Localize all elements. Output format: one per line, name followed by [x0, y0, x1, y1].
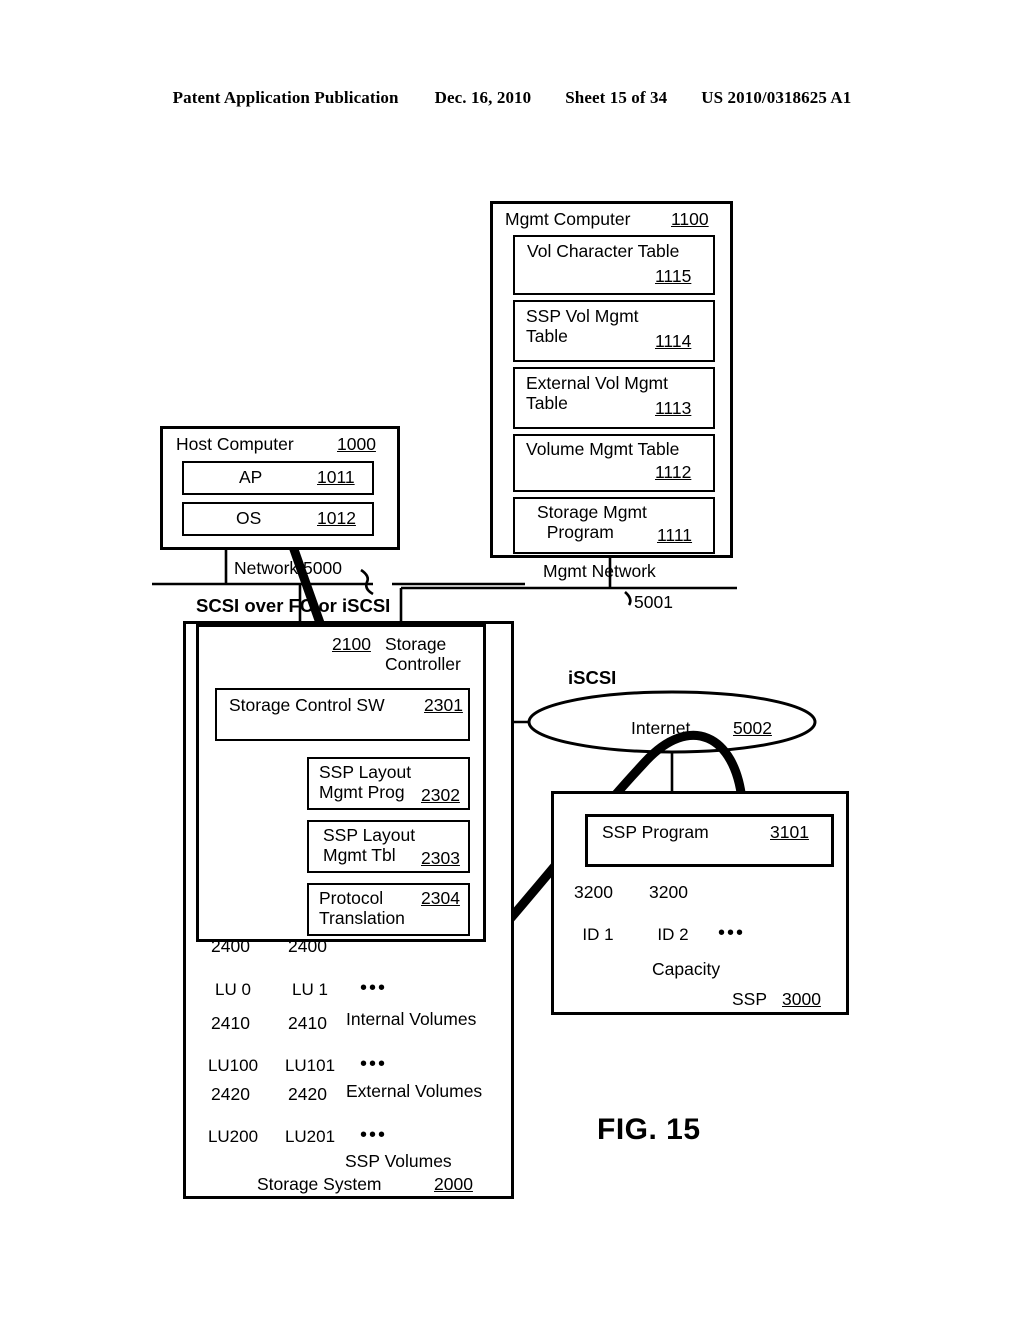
mgmt-computer-title: Mgmt Computer — [505, 209, 631, 229]
volume-ref-2420-a: 2420 — [211, 1084, 250, 1104]
mgmt-item-label: SSP Vol Mgmt Table — [526, 306, 639, 346]
module-label: SSP Layout Mgmt Tbl — [323, 825, 416, 865]
ssp-program-ref: 3101 — [770, 822, 809, 842]
storage-controller-title: Storage Controller — [385, 634, 461, 674]
volume-ref-2410-a: 2410 — [211, 1013, 250, 1033]
host-computer-box: Host Computer 1000 AP 1011 OS 1012 — [160, 426, 400, 550]
mgmt-item-ref: 1115 — [655, 266, 692, 286]
network-protocol-label: SCSI over FC or iSCSI — [196, 595, 391, 616]
module-ref: 2302 — [421, 785, 460, 805]
ssp-capacity-ref-a: 3200 — [574, 882, 613, 902]
mgmt-item-ssp-vol-mgmt-table[interactable]: SSP Vol Mgmt Table 1114 — [513, 300, 715, 362]
mgmt-item-label: Storage Mgmt Program — [537, 502, 647, 542]
mgmt-item-ref: 1113 — [655, 398, 692, 418]
mgmt-item-ref: 1111 — [657, 525, 693, 545]
volume-group-ssp-label: SSP Volumes — [345, 1151, 452, 1171]
ssp-capacity-id2-label: ID 2 — [657, 925, 689, 944]
volume-ref-2400-a: 2400 — [211, 936, 250, 956]
host-item-os[interactable]: OS 1012 — [182, 502, 374, 536]
storage-system-ref: 2000 — [434, 1174, 473, 1194]
host-item-label: OS — [236, 508, 262, 528]
volume-lu201-label: LU201 — [284, 1127, 336, 1146]
mgmt-network-label: Mgmt Network — [543, 561, 656, 581]
iscsi-label: iSCSI — [568, 667, 617, 688]
ssp-title: SSP — [732, 989, 768, 1009]
storage-controller-ref: 2100 — [332, 634, 371, 654]
volume-row-ellipsis: ••• — [360, 1124, 388, 1146]
volume-lu101-label: LU101 — [284, 1056, 336, 1075]
ssp-box: SSP Program 3101 SSP 3000 — [551, 791, 849, 1015]
volume-lu0-label: LU 0 — [215, 980, 251, 999]
leader-5000 — [360, 568, 374, 596]
volume-ref-2400-b: 2400 — [288, 936, 327, 956]
figure-label: FIG. 15 — [597, 1113, 701, 1146]
mgmt-item-label: Vol Character Table — [527, 241, 680, 261]
mgmt-computer-box: Mgmt Computer 1100 Vol Character Table 1… — [490, 201, 733, 558]
mgmt-item-external-vol-mgmt-table[interactable]: External Vol Mgmt Table 1113 — [513, 367, 715, 429]
network-label: Network 5000 — [234, 558, 342, 578]
volume-group-internal-label: Internal Volumes — [346, 1009, 477, 1029]
module-label: Storage Control SW — [229, 695, 385, 715]
mgmt-network-ref: 5001 — [634, 592, 673, 612]
controller-module-ssp-layout-mgmt-prog[interactable]: SSP Layout Mgmt Prog 2302 — [307, 757, 470, 810]
mgmt-item-label: External Vol Mgmt Table — [526, 373, 668, 413]
module-ref: 2301 — [424, 695, 463, 715]
mgmt-item-ref: 1114 — [655, 331, 692, 351]
mgmt-item-label: Volume Mgmt Table — [526, 439, 680, 459]
mgmt-item-vol-character-table[interactable]: Vol Character Table 1115 — [513, 235, 715, 295]
ssp-capacity-id1-label: ID 1 — [582, 925, 614, 944]
leader-5001 — [624, 591, 632, 606]
module-ref: 2304 — [421, 888, 460, 908]
volume-row-ellipsis: ••• — [360, 1053, 388, 1075]
ssp-ref: 3000 — [782, 989, 821, 1009]
host-computer-ref: 1000 — [337, 434, 376, 454]
module-label: SSP Layout Mgmt Prog — [319, 762, 412, 802]
controller-module-storage-control-sw[interactable]: Storage Control SW 2301 — [215, 688, 470, 741]
host-computer-title: Host Computer — [176, 434, 294, 454]
volume-group-external-label: External Volumes — [346, 1081, 483, 1101]
patent-drawing-sheet: Patent Application Publication Dec. 16, 2… — [0, 0, 1024, 1320]
host-item-ref: 1011 — [317, 467, 355, 487]
host-item-ref: 1012 — [317, 508, 356, 528]
volume-ref-2420-b: 2420 — [288, 1084, 327, 1104]
ssp-program-label: SSP Program — [602, 822, 709, 842]
controller-module-protocol-translation[interactable]: Protocol Translation 2304 — [307, 883, 470, 936]
internet-label: Internet — [631, 718, 691, 738]
volume-lu100-label: LU100 — [207, 1056, 259, 1075]
volume-ref-2410-b: 2410 — [288, 1013, 327, 1033]
host-item-label: AP — [239, 467, 263, 487]
controller-module-ssp-layout-mgmt-tbl[interactable]: SSP Layout Mgmt Tbl 2303 — [307, 820, 470, 873]
volume-row-ellipsis: ••• — [360, 977, 388, 999]
ssp-capacity-label: Capacity — [652, 959, 721, 979]
host-item-ap[interactable]: AP 1011 — [182, 461, 374, 495]
storage-system-title: Storage System — [257, 1174, 382, 1194]
module-label: Protocol Translation — [319, 888, 405, 928]
mgmt-computer-ref: 1100 — [671, 209, 709, 229]
module-ref: 2303 — [421, 848, 460, 868]
mgmt-item-volume-mgmt-table[interactable]: Volume Mgmt Table 1112 — [513, 434, 715, 492]
mgmt-item-storage-mgmt-program[interactable]: Storage Mgmt Program 1111 — [513, 497, 715, 554]
ssp-program-box[interactable]: SSP Program 3101 — [585, 814, 834, 867]
ssp-capacity-ref-b: 3200 — [649, 882, 688, 902]
ssp-capacity-ellipsis: ••• — [718, 922, 746, 944]
internet-ref: 5002 — [733, 718, 772, 738]
mgmt-item-ref: 1112 — [655, 462, 692, 482]
volume-lu1-label: LU 1 — [292, 980, 328, 999]
storage-controller-box: 2100 Storage Controller Storage Control … — [196, 624, 486, 942]
volume-lu200-label: LU200 — [207, 1127, 259, 1146]
